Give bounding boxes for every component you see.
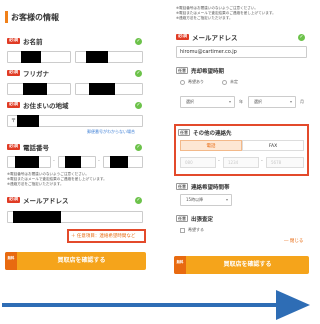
month-select[interactable]: 選択 ▾ (248, 96, 296, 108)
email-input[interactable]: hiromu@cartimer.co.jp (176, 46, 307, 58)
tab-fax[interactable]: FAX (242, 140, 304, 151)
required-badge: 必須 (176, 34, 189, 40)
checkbox-icon[interactable] (180, 227, 185, 233)
phone-note-3: ※連絡方法をご指定いただけます。 (7, 182, 64, 186)
required-badge: 必須 (7, 197, 20, 203)
tab-phone[interactable]: 電話 (180, 140, 242, 151)
contact-time-label-text: 連絡希望時間帯 (191, 184, 230, 191)
contact-time-value: 15時以降 (186, 197, 204, 202)
radio-icon[interactable] (222, 79, 227, 85)
email-label: 必須 メールアドレス (176, 32, 238, 42)
section-title: お客様の情報 (11, 12, 59, 22)
year-select[interactable]: 選択 ▾ (180, 96, 235, 108)
chevron-down-icon: ▾ (225, 197, 228, 202)
month-select-value: 選択 (254, 99, 262, 104)
email-label: 必須 メールアドレス (7, 195, 69, 205)
optional-badge: 任意 (176, 215, 188, 222)
redacted-mask (15, 156, 39, 168)
confirm-shop-button-label: 買取店を確認する (223, 261, 272, 268)
sell-timing-label: 任意 売却希望時期 (176, 66, 224, 75)
redacted-mask (86, 51, 108, 63)
free-badge: 無料 (174, 256, 186, 274)
check-icon: ✓ (135, 197, 142, 204)
email-label-text: メールアドレス (192, 34, 238, 42)
required-badge: 必須 (7, 70, 20, 76)
optional-badge: 任意 (176, 67, 188, 74)
phone-label-text: 電話番号 (23, 144, 49, 152)
other-contact-label: 任意 その他の連絡先 (178, 128, 232, 137)
confirm-shop-button[interactable]: 無料 買取店を確認する (5, 252, 146, 270)
free-badge-text: 無料 (176, 260, 184, 264)
redacted-mask (13, 211, 61, 223)
arrow-right-icon (2, 290, 310, 320)
redacted-mask (17, 115, 39, 127)
contact-time-select[interactable]: 15時以降 ▾ (180, 194, 232, 206)
phone-separator: - (98, 158, 100, 164)
left-form-panel: お客様の情報 必須 お名前 ✓ 必須 フリガナ ✓ 必須 お住まいの地域 ✓ 〒… (3, 0, 146, 276)
furigana-label: 必須 フリガナ (7, 68, 49, 78)
confirm-shop-button-label: 買取店を確認する (57, 257, 106, 264)
top-note-3: ※連絡方法をご指定いただけます。 (176, 16, 233, 20)
year-select-value: 選択 (186, 99, 194, 104)
check-icon: ✓ (135, 102, 142, 109)
other-phone-part3-input[interactable]: 5678 (266, 157, 304, 168)
heading-accent-bar (5, 11, 8, 23)
region-label: 必須 お住まいの地域 (7, 100, 69, 110)
phone-separator: - (261, 158, 263, 164)
option-label: 未定 (230, 79, 238, 84)
close-link[interactable]: ― 閉じる (284, 238, 303, 244)
phone-label: 必須 電話番号 (7, 142, 49, 152)
check-icon: ✓ (135, 70, 142, 77)
arrow-shaft (2, 303, 278, 307)
optional-badge: 任意 (176, 183, 188, 190)
redacted-mask (110, 156, 128, 168)
required-badge: 必須 (7, 102, 20, 108)
customer-info-heading: お客様の情報 (5, 10, 59, 24)
visit-label-text: 出張査定 (191, 216, 214, 223)
redacted-mask (89, 83, 115, 95)
phone-separator: - (218, 158, 220, 164)
check-icon: ✓ (135, 38, 142, 45)
sell-timing-option-yes[interactable]: 希望あり (180, 79, 204, 85)
other-contact-label-text: その他の連絡先 (193, 130, 232, 137)
chevron-down-icon: ▾ (228, 99, 231, 104)
other-phone-part2-input[interactable]: 1234 (223, 157, 259, 168)
name-label-text: お名前 (23, 38, 43, 46)
sell-timing-label-text: 売却希望時期 (191, 68, 225, 75)
other-phone-part1-input[interactable]: 080 (180, 157, 216, 168)
redacted-mask (21, 51, 41, 63)
email-label-text: メールアドレス (23, 197, 69, 205)
year-unit: 年 (239, 99, 243, 104)
confirm-shop-button[interactable]: 無料 買取店を確認する (174, 256, 309, 274)
arrow-head (276, 290, 310, 320)
option-label: 希望する (188, 227, 204, 232)
postal-prefix: 〒 (11, 118, 17, 124)
free-badge-text: 無料 (7, 256, 15, 260)
check-icon: ✓ (135, 144, 142, 151)
region-label-text: お住まいの地域 (23, 102, 69, 110)
option-label: 希望あり (188, 79, 204, 84)
phone-separator: - (53, 158, 55, 164)
month-unit: 月 (300, 99, 304, 104)
required-badge: 必須 (7, 38, 20, 44)
radio-icon[interactable] (180, 79, 185, 85)
redacted-mask (65, 156, 81, 168)
required-badge: 必須 (7, 144, 20, 150)
optional-items-toggle[interactable]: ＋ 任意項目：連絡希望時間など (71, 233, 135, 239)
name-label: 必須 お名前 (7, 36, 43, 46)
postal-lookup-link[interactable]: 郵便番号がわからない場合 (87, 129, 135, 135)
redacted-mask (23, 83, 47, 95)
optional-badge: 任意 (178, 129, 190, 136)
sell-timing-option-undecided[interactable]: 未定 (222, 79, 238, 85)
check-icon: ✓ (298, 34, 305, 41)
right-form-panel: ※電話番号はお間違いのないようご注意ください。 ※電話またはメールで査定結果のご… (172, 0, 311, 276)
free-badge: 無料 (5, 252, 17, 270)
chevron-down-icon: ▾ (289, 99, 292, 104)
visit-label: 任意 出張査定 (176, 214, 213, 223)
visit-option[interactable]: 希望する (180, 227, 204, 233)
contact-time-label: 任意 連絡希望時間帯 (176, 182, 230, 191)
furigana-label-text: フリガナ (23, 70, 49, 78)
